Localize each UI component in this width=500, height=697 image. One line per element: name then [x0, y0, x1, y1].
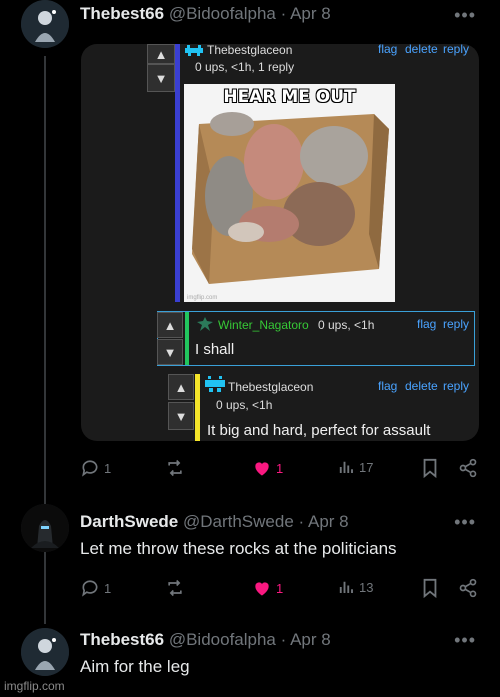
like-count: 1 [276, 460, 284, 476]
bookmark-button[interactable] [422, 458, 438, 478]
tweet-date[interactable]: Apr 8 [308, 512, 349, 531]
user-avatar-icon [197, 317, 213, 331]
comment-meta: 0 ups, <1h [216, 398, 273, 412]
meme-image[interactable]: HEAR ME OUT imgflip.com [184, 84, 395, 302]
imgflip-watermark: imgflip.com [4, 679, 65, 693]
thread-connector [44, 552, 46, 624]
comment-body: I shall [195, 341, 235, 358]
more-options-icon[interactable]: ••• [454, 5, 476, 26]
user-handle[interactable]: @Bidoofalpha [169, 630, 276, 649]
avatar[interactable] [21, 504, 69, 552]
separator-dot: · [280, 4, 287, 23]
more-options-icon[interactable]: ••• [454, 630, 476, 651]
downvote-button[interactable]: ▼ [147, 64, 175, 92]
upvote-button[interactable]: ▲ [168, 374, 194, 400]
tweet-header: Thebest66 @Bidoofalpha · Apr 8 [80, 630, 331, 650]
avatar[interactable] [21, 628, 69, 676]
display-name[interactable]: Thebest66 [80, 4, 164, 23]
flag-link[interactable]: flag [378, 44, 397, 56]
tweet-text: Let me throw these rocks at the politici… [80, 539, 397, 558]
share-icon [459, 578, 477, 598]
delete-link[interactable]: delete [405, 379, 438, 393]
downvote-button[interactable]: ▼ [157, 339, 183, 365]
avatar[interactable] [21, 0, 69, 48]
retweet-icon [168, 459, 182, 477]
thread-connector [44, 56, 46, 504]
views-button[interactable]: 13 [337, 578, 373, 596]
display-name[interactable]: Thebest66 [80, 630, 164, 649]
reply-count: 1 [104, 580, 112, 596]
reply-link[interactable]: reply [443, 317, 469, 331]
comment-thread-bar [185, 312, 189, 365]
comment-username[interactable]: Winter_Nagatoro [218, 318, 309, 332]
comment-meta: 0 ups, <1h, 1 reply [195, 60, 295, 74]
views-icon [339, 461, 353, 473]
share-icon [459, 458, 477, 478]
reply-button[interactable]: 1 [80, 578, 111, 598]
retweet-icon [168, 579, 182, 597]
like-button[interactable]: 1 [252, 578, 283, 598]
user-avatar-icon [185, 45, 203, 56]
user-avatar-icon [205, 376, 225, 392]
reply-icon [82, 580, 98, 597]
display-name[interactable]: DarthSwede [80, 512, 178, 531]
views-button[interactable]: 17 [337, 458, 373, 476]
tweet-header: DarthSwede @DarthSwede · Apr 8 [80, 512, 349, 532]
separator-dot: · [280, 630, 287, 649]
comment-thread-bar [195, 374, 200, 441]
upvote-button[interactable]: ▲ [147, 44, 175, 64]
comment-username[interactable]: Thebestglaceon [228, 380, 313, 394]
meme-watermark: imgflip.com [187, 295, 218, 301]
downvote-button[interactable]: ▼ [168, 402, 194, 430]
tweet-date[interactable]: Apr 8 [290, 4, 331, 23]
user-handle[interactable]: @Bidoofalpha [169, 4, 276, 23]
heart-icon [255, 582, 269, 596]
tweet-header: Thebest66 @Bidoofalpha · Apr 8 [80, 4, 331, 24]
bookmark-button[interactable] [422, 578, 438, 598]
bookmark-icon [423, 578, 437, 598]
comment-thread-bar [175, 44, 180, 302]
reply-link[interactable]: reply [443, 379, 469, 393]
flag-link[interactable]: flag [378, 379, 397, 393]
delete-link[interactable]: delete [405, 44, 438, 56]
views-icon [339, 581, 353, 593]
tweet-text: Aim for the leg [80, 657, 190, 676]
share-button[interactable] [458, 458, 478, 478]
views-count: 13 [359, 579, 374, 595]
comment-meta: 0 ups, <1h [318, 318, 375, 332]
like-button[interactable]: 1 [252, 458, 283, 478]
reply-button[interactable]: 1 [80, 458, 111, 478]
comment-username[interactable]: Thebestglaceon [207, 44, 292, 57]
flag-link[interactable]: flag [417, 317, 436, 331]
retweet-button[interactable] [164, 578, 186, 598]
tweet-actions: 1 1 17 [80, 458, 482, 482]
reply-link[interactable]: reply [443, 44, 469, 56]
tweet-actions: 1 1 13 [80, 578, 482, 602]
upvote-button[interactable]: ▲ [157, 312, 183, 338]
reply-icon [82, 460, 98, 477]
comment-body: It big and hard, perfect for assault [207, 422, 431, 439]
more-options-icon[interactable]: ••• [454, 512, 476, 533]
reply-count: 1 [104, 460, 112, 476]
user-handle[interactable]: @DarthSwede [183, 512, 294, 531]
heart-icon [255, 462, 269, 476]
views-count: 17 [359, 459, 374, 475]
like-count: 1 [276, 580, 284, 596]
retweet-button[interactable] [164, 458, 186, 478]
share-button[interactable] [458, 578, 478, 598]
meme-caption: HEAR ME OUT [223, 87, 356, 107]
embedded-image[interactable]: ▲ ▼ Thebestglaceon 0 ups, <1h, 1 reply f… [81, 44, 479, 441]
tweet-date[interactable]: Apr 8 [290, 630, 331, 649]
separator-dot: · [298, 512, 305, 531]
bookmark-icon [423, 458, 437, 478]
